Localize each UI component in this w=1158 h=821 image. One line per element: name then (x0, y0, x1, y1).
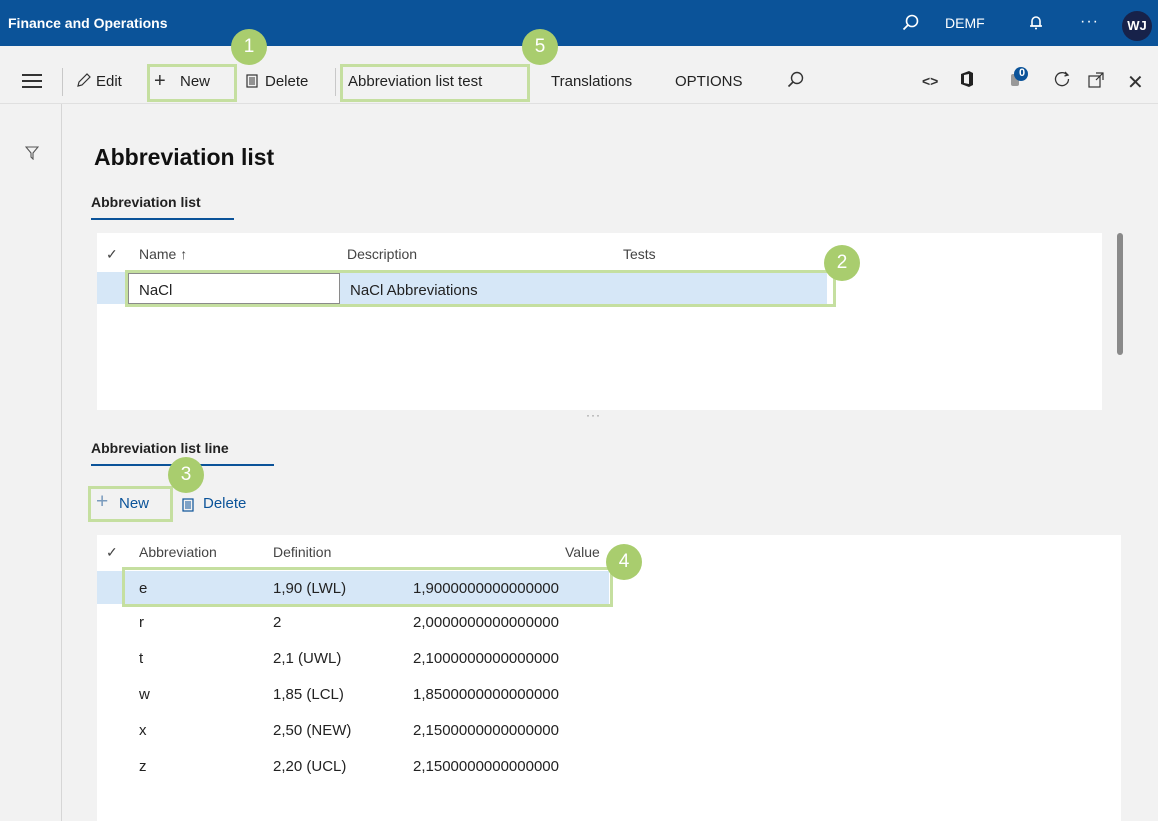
abbreviation-list-grid (97, 233, 1102, 410)
search-icon[interactable] (902, 14, 919, 36)
callout-highlight (122, 567, 613, 607)
callout-highlight (125, 270, 836, 307)
delete-line-button[interactable]: Delete (203, 495, 246, 512)
divider (62, 68, 63, 96)
filter-icon[interactable] (24, 146, 40, 165)
close-icon[interactable]: ✕ (1127, 70, 1144, 95)
column-header-tests[interactable]: Tests (623, 246, 656, 262)
avatar[interactable]: WJ (1122, 11, 1152, 41)
resize-grip[interactable]: ··· (586, 408, 601, 422)
app-header: Finance and Operations DEMF ··· WJ (0, 0, 1158, 46)
open-new-window-icon[interactable] (1088, 72, 1104, 93)
cell-value[interactable]: 1,8500000000000000 (413, 686, 559, 703)
cell-value[interactable]: 2,1500000000000000 (413, 758, 559, 775)
column-header-definition[interactable]: Definition (273, 544, 331, 560)
delete-icon (246, 73, 258, 93)
cell-value[interactable]: 2,0000000000000000 (413, 614, 559, 631)
delete-icon (182, 497, 194, 517)
cell-value[interactable]: 2,1500000000000000 (413, 722, 559, 739)
cell-value[interactable]: 2,1000000000000000 (413, 650, 559, 667)
callout-highlight (147, 64, 237, 102)
column-header-description[interactable]: Description (347, 246, 417, 262)
more-icon[interactable]: ··· (1080, 13, 1099, 31)
edit-button[interactable]: Edit (96, 73, 122, 90)
scrollbar-thumb[interactable] (1117, 233, 1123, 355)
cell-abbreviation[interactable]: z (139, 758, 147, 775)
section-title-abbreviation-list[interactable]: Abbreviation list (91, 194, 234, 220)
options-tab[interactable]: OPTIONS (675, 73, 743, 90)
navigation-menu-icon[interactable] (22, 74, 42, 94)
select-all-checkmark-icon[interactable]: ✓ (106, 544, 118, 561)
callout-badge-2: 2 (824, 245, 860, 281)
callout-badge-1: 1 (231, 29, 267, 65)
cell-definition[interactable]: 2 (273, 614, 281, 631)
translations-button[interactable]: Translations (551, 73, 632, 90)
column-header-name[interactable]: Name ↑ (139, 246, 187, 262)
delete-button[interactable]: Delete (265, 73, 308, 90)
callout-badge-5: 5 (522, 29, 558, 65)
callout-badge-3: 3 (168, 457, 204, 493)
cell-abbreviation[interactable]: x (139, 722, 147, 739)
callout-highlight (340, 64, 530, 102)
column-header-abbreviation[interactable]: Abbreviation (139, 544, 217, 560)
bell-icon[interactable] (1028, 14, 1044, 36)
office-icon[interactable] (960, 70, 974, 93)
cell-definition[interactable]: 2,20 (UCL) (273, 758, 346, 775)
cell-definition[interactable]: 2,50 (NEW) (273, 722, 351, 739)
filter-pane (0, 104, 62, 821)
link-icon[interactable]: <> (922, 73, 938, 89)
cell-definition[interactable]: 2,1 (UWL) (273, 650, 341, 667)
refresh-icon[interactable] (1053, 70, 1071, 93)
page-title: Abbreviation list (94, 144, 275, 170)
cell-definition[interactable]: 1,85 (LCL) (273, 686, 344, 703)
edit-icon (76, 72, 92, 93)
app-title[interactable]: Finance and Operations (8, 15, 167, 31)
callout-highlight (88, 486, 173, 522)
column-header-value[interactable]: Value (565, 544, 600, 560)
notification-count: 0 (1018, 67, 1026, 79)
company-picker[interactable]: DEMF (945, 15, 985, 31)
divider (335, 68, 336, 96)
cell-abbreviation[interactable]: r (139, 614, 144, 631)
select-all-checkmark-icon[interactable]: ✓ (106, 246, 118, 263)
callout-badge-4: 4 (606, 544, 642, 580)
cell-abbreviation[interactable]: t (139, 650, 143, 667)
cell-abbreviation[interactable]: w (139, 686, 150, 703)
search-icon[interactable] (787, 71, 804, 93)
